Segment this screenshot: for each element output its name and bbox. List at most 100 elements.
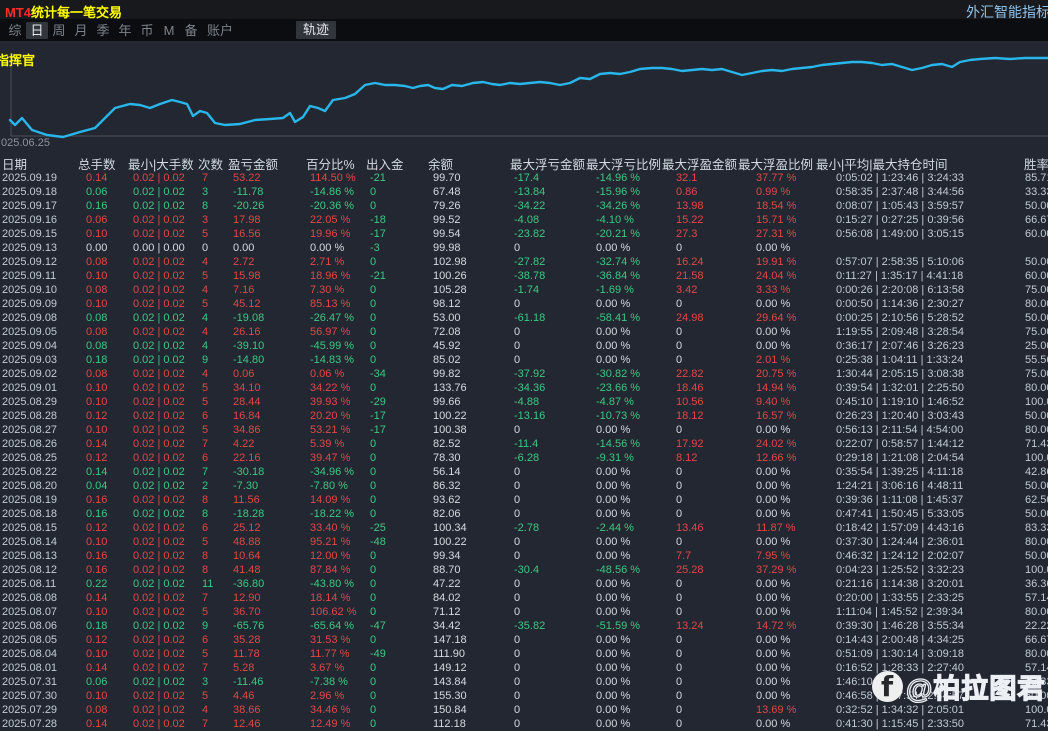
cell-win_rate: 50.00 xyxy=(1020,409,1048,423)
cell-max_floating_gain: 0 xyxy=(672,353,750,367)
cell-date: 2025.08.07 xyxy=(0,605,78,619)
cell-min_max_lots: 0.02 | 0.02 xyxy=(126,493,194,507)
table-row: 2025.09.110.100.02 | 0.02515.9818.96 %-2… xyxy=(0,269,1048,283)
cell-min_max_lots: 0.02 | 0.02 xyxy=(126,367,194,381)
cell-min_max_lots: 0.02 | 0.02 xyxy=(126,675,194,689)
cell-max_floating_loss: 0 xyxy=(508,647,588,661)
cell-total_lots: 0.10 xyxy=(78,689,126,703)
cell-percent: -43.80 % xyxy=(306,577,366,591)
cell-profit: 11.56 xyxy=(230,493,306,507)
cell-percent: -45.99 % xyxy=(306,339,366,353)
cell-max_floating_loss: 0 xyxy=(508,535,588,549)
cell-percent: 7.30 % xyxy=(306,283,366,297)
cell-percent: 5.39 % xyxy=(306,437,366,451)
cell-max_floating_loss_pct: 0.00 % xyxy=(588,535,672,549)
menu-item-周[interactable]: 周 xyxy=(48,22,70,39)
cell-total_lots: 0.14 xyxy=(78,171,126,185)
table-header-row: 日期总手数最小|大手数次数盈亏金额百分比%出入金余额最大浮亏金额最大浮亏比例最大… xyxy=(0,152,1048,171)
cell-max_floating_gain: 0 xyxy=(672,689,750,703)
menu-item-币[interactable]: 币 xyxy=(136,22,158,39)
cell-max_floating_loss: 0 xyxy=(508,717,588,731)
tab-trace[interactable]: 轨迹 xyxy=(296,21,336,39)
cell-total_lots: 0.08 xyxy=(78,311,126,325)
cell-balance: 100.38 xyxy=(428,423,508,437)
cell-balance: 99.54 xyxy=(428,227,508,241)
cell-profit: 15.98 xyxy=(230,269,306,283)
menu-item-备[interactable]: 备 xyxy=(180,22,202,39)
cell-min_avg_max_hold_time: 0:22:07 | 0:58:57 | 1:44:12 xyxy=(830,437,1020,451)
cell-total_lots: 0.10 xyxy=(78,535,126,549)
cell-profit: 36.70 xyxy=(230,605,306,619)
cell-max_floating_loss: -13.16 xyxy=(508,409,588,423)
cell-total_lots: 0.08 xyxy=(78,283,126,297)
cell-min_avg_max_hold_time: 0:56:08 | 1:49:00 | 3:05:15 xyxy=(830,227,1020,241)
table-row: 2025.09.050.080.02 | 0.02426.1656.97 %07… xyxy=(0,325,1048,339)
cell-profit: -7.30 xyxy=(230,479,306,493)
cell-win_rate: 100.0 xyxy=(1020,563,1048,577)
cell-date: 2025.08.14 xyxy=(0,535,78,549)
cell-balance: 78.30 xyxy=(428,451,508,465)
cell-min_avg_max_hold_time: 0:11:27 | 1:35:17 | 4:41:18 xyxy=(830,269,1020,283)
cell-min_max_lots: 0.02 | 0.02 xyxy=(126,325,194,339)
cell-max_floating_gain_pct: 37.77 % xyxy=(750,171,830,185)
cell-trades: 7 xyxy=(194,437,230,451)
cell-balance: 100.26 xyxy=(428,269,508,283)
equity-curve xyxy=(0,41,1048,152)
cell-percent: 33.40 % xyxy=(306,521,366,535)
cell-balance: 34.42 xyxy=(428,619,508,633)
menu-item-年[interactable]: 年 xyxy=(114,22,136,39)
cell-min_avg_max_hold_time: 0:26:23 | 1:20:40 | 3:03:43 xyxy=(830,409,1020,423)
cell-in_out: 0 xyxy=(366,605,428,619)
cell-profit: 0.00 xyxy=(230,241,306,255)
cell-profit: -11.78 xyxy=(230,185,306,199)
cell-total_lots: 0.16 xyxy=(78,563,126,577)
cell-date: 2025.08.13 xyxy=(0,549,78,563)
cell-win_rate: 50.00 xyxy=(1020,549,1048,563)
cell-win_rate: 33.33 xyxy=(1020,185,1048,199)
menu-item-日[interactable]: 日 xyxy=(26,22,48,39)
cell-profit: 4.22 xyxy=(230,437,306,451)
cell-max_floating_loss_pct: 0.00 % xyxy=(588,675,672,689)
cell-balance: 147.18 xyxy=(428,633,508,647)
table-row: 2025.09.180.060.02 | 0.023-11.78-14.86 %… xyxy=(0,185,1048,199)
menu-item-账户[interactable]: 账户 xyxy=(202,22,238,39)
menu-item-综[interactable]: 综 xyxy=(4,22,26,39)
menu-item-月[interactable]: 月 xyxy=(70,22,92,39)
cell-min_avg_max_hold_time: 0:04:23 | 1:25:52 | 3:32:23 xyxy=(830,563,1020,577)
table-row: 2025.08.070.100.02 | 0.02536.70106.62 %0… xyxy=(0,605,1048,619)
cell-max_floating_loss: -35.82 xyxy=(508,619,588,633)
cell-max_floating_loss: -27.82 xyxy=(508,255,588,269)
cell-balance: 99.70 xyxy=(428,171,508,185)
table-row: 2025.09.190.140.02 | 0.02753.22114.50 %-… xyxy=(0,171,1048,185)
cell-total_lots: 0.10 xyxy=(78,423,126,437)
table-row: 2025.09.010.100.02 | 0.02534.1034.22 %01… xyxy=(0,381,1048,395)
cell-profit: 25.12 xyxy=(230,521,306,535)
cell-in_out: 0 xyxy=(366,339,428,353)
cell-max_floating_loss: 0 xyxy=(508,549,588,563)
cell-max_floating_loss_pct: 0.00 % xyxy=(588,479,672,493)
cell-in_out: 0 xyxy=(366,381,428,395)
cell-min_avg_max_hold_time: 1:24:21 | 3:06:16 | 4:48:11 xyxy=(830,479,1020,493)
menu-item-季[interactable]: 季 xyxy=(92,22,114,39)
cell-trades: 8 xyxy=(194,493,230,507)
cell-in_out: 0 xyxy=(366,563,428,577)
table-row: 2025.09.020.080.02 | 0.0240.060.06 %-349… xyxy=(0,367,1048,381)
menu-item-M[interactable]: M xyxy=(158,22,180,39)
cell-win_rate: 80.00 xyxy=(1020,647,1048,661)
cell-in_out: 0 xyxy=(366,325,428,339)
cell-date: 2025.09.11 xyxy=(0,269,78,283)
cell-percent: 19.96 % xyxy=(306,227,366,241)
cell-max_floating_gain: 18.12 xyxy=(672,409,750,423)
cell-percent: 56.97 % xyxy=(306,325,366,339)
cell-max_floating_loss_pct: -2.44 % xyxy=(588,521,672,535)
cell-win_rate: 85.71 xyxy=(1020,171,1048,185)
cell-total_lots: 0.00 xyxy=(78,241,126,255)
equity-chart: 指挥官 025.06.25 xyxy=(0,41,1048,152)
cell-date: 2025.09.12 xyxy=(0,255,78,269)
cell-date: 2025.07.29 xyxy=(0,703,78,717)
cell-percent: 3.67 % xyxy=(306,661,366,675)
table-row: 2025.09.160.060.02 | 0.02317.9822.05 %-1… xyxy=(0,213,1048,227)
cell-in_out: -49 xyxy=(366,647,428,661)
cell-min_max_lots: 0.00 | 0.00 xyxy=(126,241,194,255)
cell-profit: 10.64 xyxy=(230,549,306,563)
